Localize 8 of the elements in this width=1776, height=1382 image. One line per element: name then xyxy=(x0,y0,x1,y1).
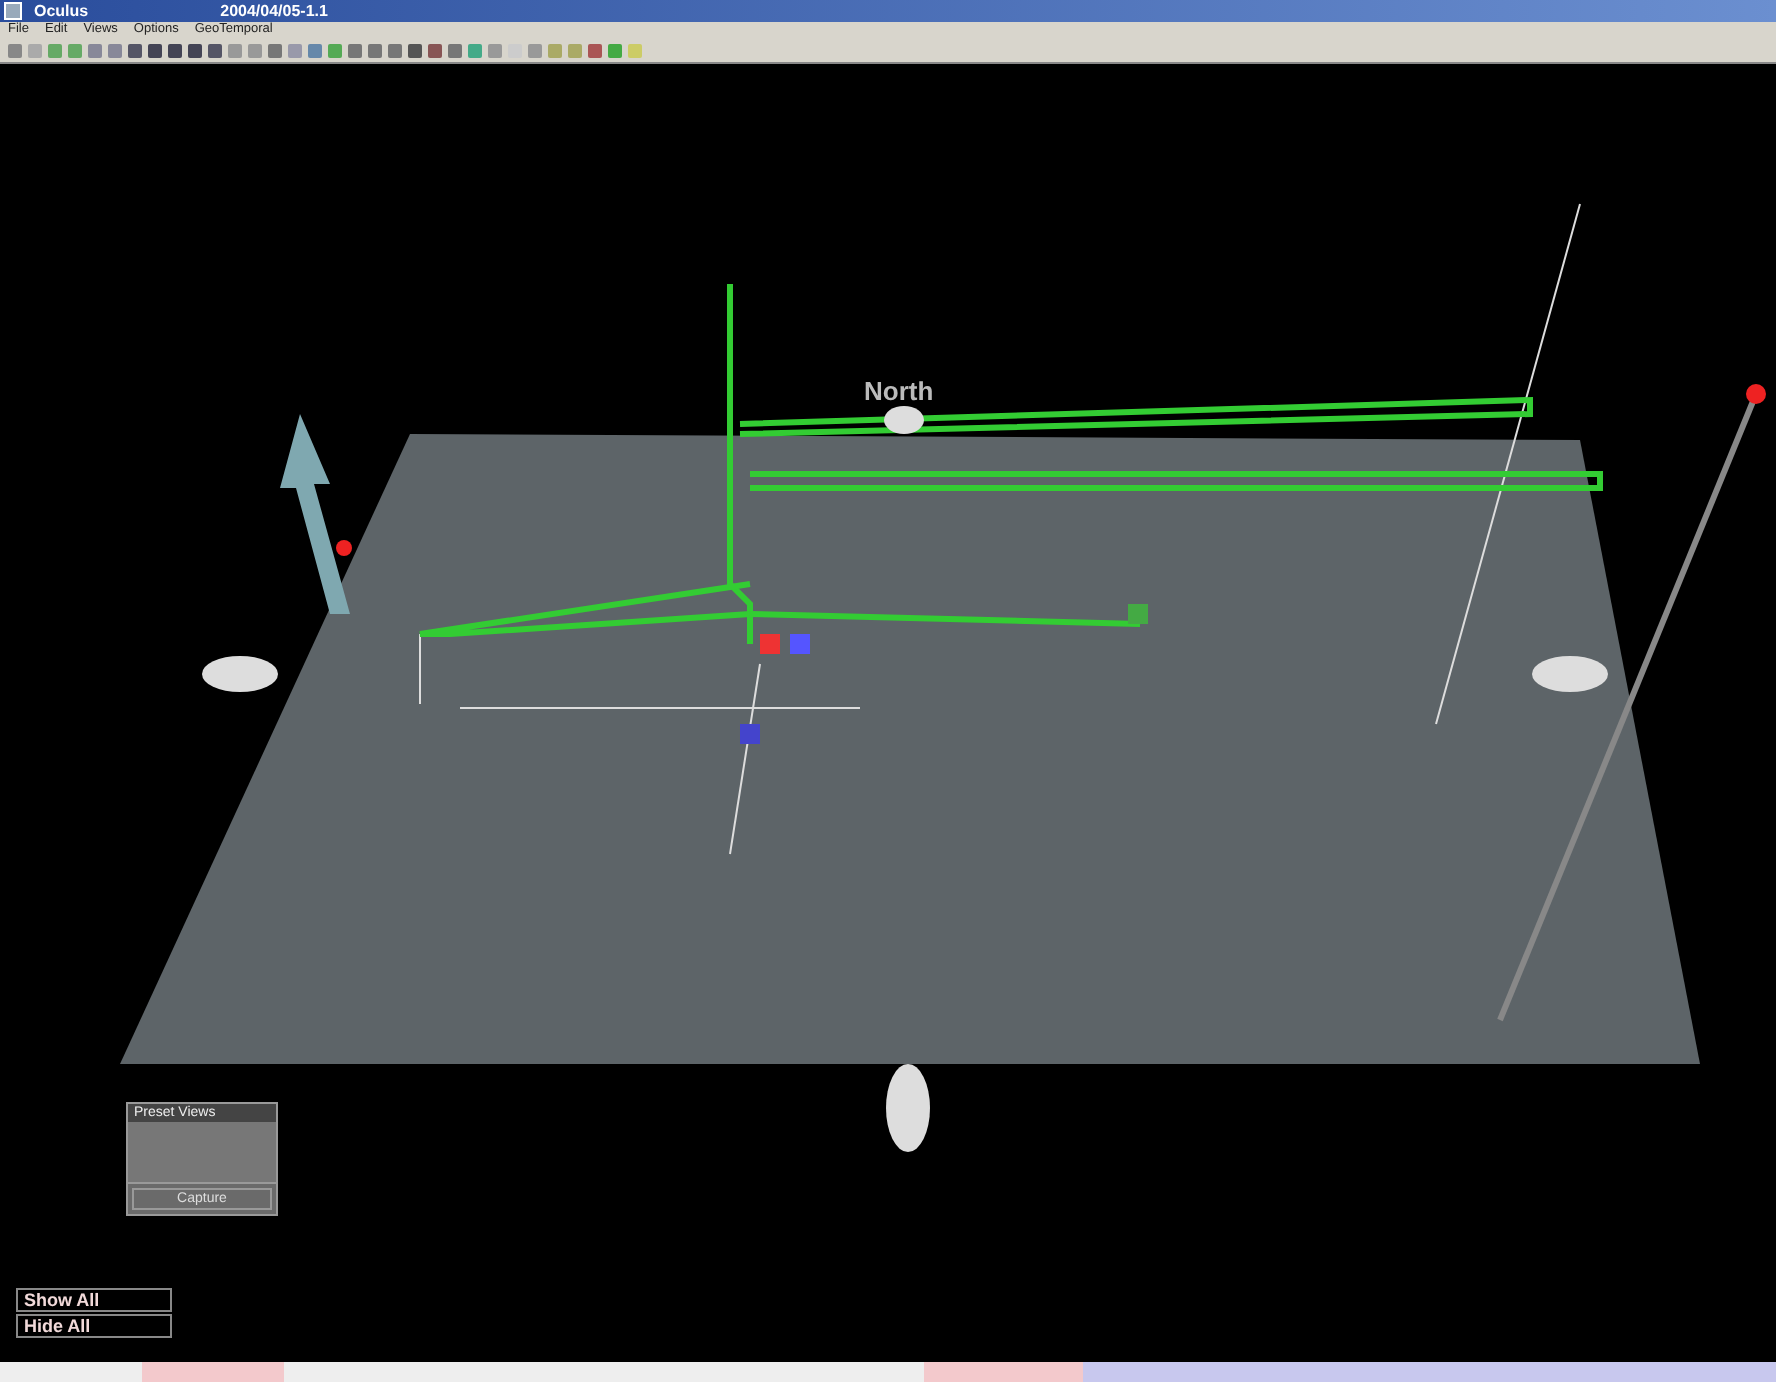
document-title: 2004/04/05-1.1 xyxy=(220,1,328,21)
visibility-button[interactable]: Hide All xyxy=(16,1314,172,1338)
window-title: Oculus xyxy=(34,1,89,21)
app-icon xyxy=(4,2,22,20)
preset-list[interactable] xyxy=(128,1122,276,1184)
direction-label: North xyxy=(864,376,934,406)
visibility-button[interactable]: Show All xyxy=(16,1288,172,1312)
timeline-bar[interactable] xyxy=(0,1362,1776,1382)
